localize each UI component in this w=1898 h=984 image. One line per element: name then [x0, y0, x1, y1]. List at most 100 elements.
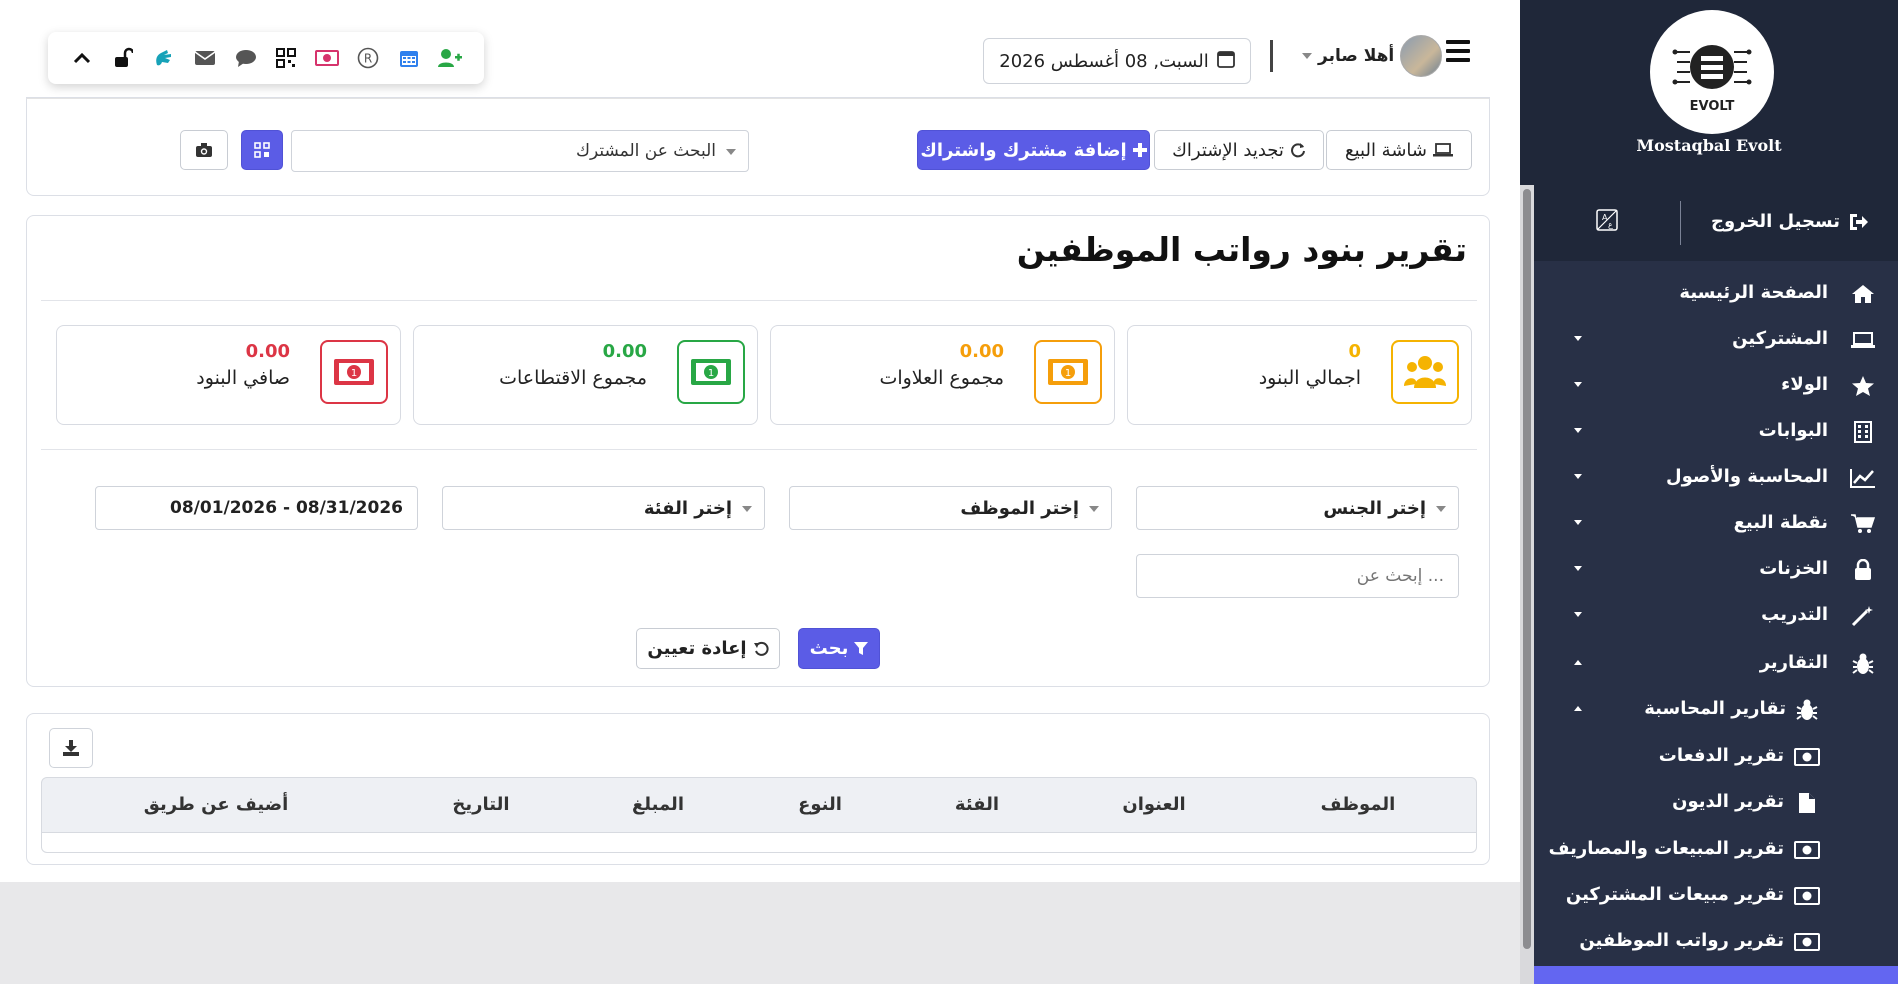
sign-out-icon	[1850, 213, 1868, 230]
qrcode-button[interactable]	[241, 130, 283, 170]
search-input[interactable]	[1136, 554, 1459, 598]
renew-subscription-button[interactable]: تجديد الإشتراك	[1154, 130, 1324, 170]
building-icon	[1850, 420, 1876, 444]
money-icon	[1794, 838, 1820, 862]
renew-subscription-label: تجديد الإشتراك	[1172, 139, 1284, 161]
column-header[interactable]: النوع	[798, 794, 842, 815]
sidebar-item-active[interactable]	[1534, 966, 1898, 984]
money-icon	[1794, 745, 1820, 769]
undo-icon	[753, 641, 769, 656]
search-button-label: بحث	[809, 638, 849, 659]
gender-select[interactable]: إختر الجنس	[1136, 486, 1459, 530]
sidebar-item-accounting[interactable]: المحاسبة والأصول	[1534, 456, 1898, 500]
plus-icon	[1132, 143, 1147, 157]
logo[interactable]: EVOLT	[1650, 10, 1774, 134]
export-button[interactable]	[49, 728, 93, 768]
registered-icon[interactable]: R	[356, 46, 380, 70]
date-range-input[interactable]: 08/01/2026 - 08/31/2026	[95, 486, 418, 530]
column-header[interactable]: الموظف	[1321, 794, 1396, 815]
sidebar: EVOLT Mostaqbal Evolt تسجيل الخروج Aع ال…	[1520, 0, 1898, 984]
column-header[interactable]: المبلغ	[632, 794, 684, 815]
sidebar-item-label: المشتركين	[1732, 328, 1828, 349]
sidebar-item-safes[interactable]: الخزنات	[1534, 548, 1898, 592]
unlock-icon[interactable]	[111, 46, 135, 70]
reset-button-label: إعادة تعيين	[647, 638, 747, 659]
stat-allowances: 1 0.00 مجموع العلاوات	[770, 325, 1115, 425]
magic-wand-icon	[1850, 604, 1876, 628]
stat-label: صافي البنود	[196, 367, 290, 389]
sidebar-item-reports[interactable]: التقارير	[1534, 642, 1898, 686]
envelope-icon[interactable]	[193, 46, 217, 70]
sidebar-item-label: تقارير المحاسبة	[1644, 698, 1786, 719]
column-header[interactable]: أضيف عن طريق	[144, 794, 289, 815]
sidebar-item-accounting-reports[interactable]: تقارير المحاسبة	[1534, 688, 1898, 732]
sidebar-item-pos[interactable]: نقطة البيع	[1534, 502, 1898, 546]
chevron-down-icon	[1436, 506, 1446, 512]
money-icon: 1	[1034, 340, 1102, 404]
column-header[interactable]: الفئة	[955, 794, 999, 815]
sidebar-item-subscribers[interactable]: المشتركين	[1534, 318, 1898, 362]
sidebar-item-gates[interactable]: البوابات	[1534, 410, 1898, 454]
sidebar-item-debts-report[interactable]: تقرير الديون	[1534, 781, 1898, 825]
sidebar-item-label: تقرير الدفعات	[1658, 745, 1784, 766]
logout-button[interactable]: تسجيل الخروج	[1711, 211, 1868, 232]
search-button[interactable]: بحث	[798, 628, 880, 669]
sidebar-item-label: البوابات	[1758, 420, 1828, 441]
calendar-icon[interactable]	[397, 46, 421, 70]
stat-value: 0	[1348, 341, 1361, 362]
column-header[interactable]: التاريخ	[452, 794, 509, 815]
svg-text:1: 1	[351, 368, 357, 379]
sidebar-item-loyalty[interactable]: الولاء	[1534, 364, 1898, 408]
category-select-label: إختر الفئة	[643, 497, 732, 519]
reset-button[interactable]: إعادة تعيين	[636, 628, 780, 669]
chevron-down-icon	[1574, 336, 1582, 341]
sidebar-item-salaries-report[interactable]: تقرير رواتب الموظفين	[1534, 920, 1898, 964]
brand-header: EVOLT Mostaqbal Evolt	[1520, 0, 1898, 185]
menu-toggle-icon[interactable]	[1446, 40, 1470, 62]
chevron-up-icon	[1574, 660, 1582, 665]
user-menu[interactable]: أهلا صابر	[1302, 34, 1443, 78]
stat-deductions: 1 0.00 مجموع الاقتطاعات	[413, 325, 758, 425]
sidebar-item-sales-expenses-report[interactable]: تقرير المبيعات والمصاريف	[1534, 828, 1898, 872]
sidebar-item-home[interactable]: الصفحة الرئيسية	[1534, 272, 1898, 316]
divider	[41, 449, 1477, 450]
subscriber-search-select[interactable]: البحث عن المشترك	[291, 130, 749, 172]
add-user-icon[interactable]	[437, 46, 462, 70]
cart-icon	[1850, 512, 1876, 536]
money-icon	[1794, 884, 1820, 908]
sidebar-item-subscriber-sales-report[interactable]: تقرير مبيعات المشتركين	[1534, 874, 1898, 918]
sidebar-item-payments-report[interactable]: تقرير الدفعات	[1534, 735, 1898, 779]
qrcode-icon[interactable]	[274, 46, 298, 70]
scrollbar-thumb[interactable]	[1523, 189, 1531, 949]
sidebar-item-label: تقرير الديون	[1672, 791, 1784, 812]
chat-icon[interactable]	[234, 46, 258, 70]
add-subscriber-button[interactable]: إضافة مشترك واشتراك	[917, 130, 1150, 170]
calendar-icon	[1216, 50, 1235, 73]
employee-select[interactable]: إختر الموظف	[789, 486, 1112, 530]
sidebar-item-label: نقطة البيع	[1733, 512, 1828, 533]
stat-value: 0.00	[602, 341, 647, 362]
user-greeting: أهلا صابر	[1318, 46, 1395, 66]
date-range-value: 08/01/2026 - 08/31/2026	[170, 498, 403, 518]
money-icon[interactable]	[315, 46, 340, 70]
chevron-down-icon	[1089, 506, 1099, 512]
laptop-icon	[1850, 328, 1876, 352]
chevron-down-icon	[1574, 474, 1582, 479]
sidebar-scrollbar[interactable]	[1520, 185, 1534, 984]
sidebar-item-training[interactable]: التدريب	[1534, 594, 1898, 638]
sign-language-icon[interactable]	[152, 46, 176, 70]
date-display[interactable]: السبت, 08 أغسطس 2026	[983, 38, 1251, 84]
language-icon[interactable]: Aع	[1596, 209, 1618, 235]
money-icon	[1794, 930, 1820, 954]
file-icon	[1794, 791, 1820, 815]
category-select[interactable]: إختر الفئة	[442, 486, 765, 530]
pos-screen-button[interactable]: شاشة البيع	[1326, 130, 1472, 170]
chevron-up-icon[interactable]	[70, 46, 94, 70]
add-subscriber-label: إضافة مشترك واشتراك	[920, 139, 1127, 161]
sidebar-item-label: المحاسبة والأصول	[1665, 466, 1828, 487]
users-icon	[1391, 340, 1459, 404]
stat-net-items: 1 0.00 صافي البنود	[56, 325, 401, 425]
svg-text:R: R	[364, 52, 372, 66]
camera-button[interactable]	[180, 130, 228, 170]
column-header[interactable]: العنوان	[1122, 794, 1185, 815]
